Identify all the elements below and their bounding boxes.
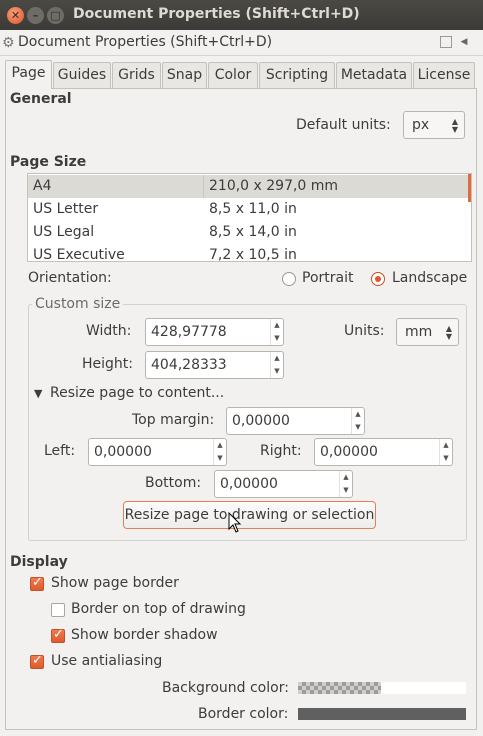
page-size-name: US Letter bbox=[33, 201, 99, 217]
default-units-label: Default units: bbox=[296, 117, 391, 133]
dock-float-icon[interactable] bbox=[440, 36, 452, 48]
spin-down-icon[interactable]: ▼ bbox=[271, 365, 283, 378]
tab-page[interactable]: Page bbox=[5, 60, 52, 89]
border-on-top-checkbox[interactable] bbox=[51, 603, 65, 617]
top-margin-label: Top margin: bbox=[132, 412, 215, 428]
resize-to-drawing-button[interactable]: Resize page to drawing or selection bbox=[123, 501, 376, 529]
spin-down-icon[interactable]: ▼ bbox=[271, 332, 283, 345]
page-size-dimensions: 7,2 x 10,5 in bbox=[209, 247, 297, 262]
bottom-margin-input[interactable] bbox=[215, 471, 335, 497]
portrait-radio[interactable] bbox=[282, 272, 296, 286]
mouse-cursor-icon bbox=[228, 512, 242, 533]
dock-title: Document Properties (Shift+Ctrl+D) bbox=[18, 34, 273, 50]
bottom-margin-label: Bottom: bbox=[145, 475, 202, 491]
tab-snap[interactable]: Snap bbox=[162, 62, 207, 88]
tab-scripting[interactable]: Scripting bbox=[259, 62, 335, 88]
page-size-row[interactable]: US Legal 8,5 x 14,0 in bbox=[28, 221, 469, 244]
display-heading: Display bbox=[10, 554, 68, 570]
spin-up-icon[interactable]: ▲ bbox=[440, 439, 452, 452]
show-page-border-checkbox[interactable] bbox=[30, 575, 44, 591]
width-spinbox[interactable]: ▲▼ bbox=[145, 318, 284, 346]
top-margin-spinbox[interactable]: ▲▼ bbox=[226, 407, 365, 435]
window-title: Document Properties (Shift+Ctrl+D) bbox=[73, 6, 360, 22]
resize-expander[interactable]: Resize page to content... bbox=[50, 385, 224, 401]
background-color-swatch-opaque[interactable] bbox=[381, 682, 466, 694]
landscape-label: Landscape bbox=[392, 270, 468, 286]
width-input[interactable] bbox=[146, 319, 266, 345]
spin-up-icon[interactable]: ▲ bbox=[214, 439, 226, 452]
show-page-border-label: Show page border bbox=[51, 575, 179, 591]
units-select[interactable]: mm ▲ ▼ bbox=[396, 318, 459, 346]
default-units-value: px bbox=[412, 117, 430, 133]
page-size-dimensions: 210,0 x 297,0 mm bbox=[209, 178, 339, 194]
window-titlebar: ✕ – □ Document Properties (Shift+Ctrl+D) bbox=[0, 0, 483, 30]
spin-down-icon[interactable]: ▼ bbox=[340, 484, 352, 497]
background-color-label: Background color: bbox=[162, 680, 289, 696]
height-spinbox[interactable]: ▲▼ bbox=[145, 351, 284, 379]
show-border-shadow-checkbox[interactable] bbox=[51, 627, 65, 643]
top-margin-input[interactable] bbox=[227, 408, 347, 434]
border-color-label: Border color: bbox=[198, 706, 289, 722]
tab-license[interactable]: License bbox=[413, 62, 475, 88]
right-margin-input[interactable] bbox=[315, 439, 435, 465]
left-margin-spinbox[interactable]: ▲▼ bbox=[88, 438, 227, 466]
landscape-radio[interactable] bbox=[371, 272, 385, 286]
tab-grids[interactable]: Grids bbox=[112, 62, 161, 88]
tab-guides[interactable]: Guides bbox=[53, 62, 111, 88]
spin-up-icon[interactable]: ▲ bbox=[271, 319, 283, 332]
page-size-row[interactable]: US Executive 7,2 x 10,5 in bbox=[28, 244, 469, 262]
use-antialiasing-checkbox[interactable] bbox=[30, 653, 44, 669]
bottom-margin-spinbox[interactable]: ▲▼ bbox=[214, 470, 353, 498]
height-label: Height: bbox=[82, 356, 133, 372]
page-size-dimensions: 8,5 x 14,0 in bbox=[209, 224, 297, 240]
page-size-row[interactable]: US Letter 8,5 x 11,0 in bbox=[28, 198, 469, 221]
height-input[interactable] bbox=[146, 352, 266, 378]
expander-arrow-icon[interactable]: ▼ bbox=[34, 387, 42, 400]
tab-metadata[interactable]: Metadata bbox=[336, 62, 412, 88]
page-size-name: US Executive bbox=[33, 247, 125, 262]
tab-color[interactable]: Color bbox=[208, 62, 258, 88]
minimize-icon[interactable]: – bbox=[27, 7, 44, 24]
units-value: mm bbox=[405, 324, 433, 340]
show-border-shadow-label: Show border shadow bbox=[71, 627, 218, 643]
spin-up-icon[interactable]: ▲ bbox=[271, 352, 283, 365]
use-antialiasing-label: Use antialiasing bbox=[51, 653, 163, 669]
maximize-icon[interactable]: □ bbox=[47, 7, 64, 24]
tab-bar: Page Guides Grids Snap Color Scripting M… bbox=[5, 60, 477, 89]
gear-icon[interactable]: ⚙ bbox=[2, 35, 15, 51]
width-label: Width: bbox=[86, 323, 132, 339]
page-size-row[interactable]: A4 210,0 x 297,0 mm bbox=[28, 175, 469, 198]
spin-up-icon[interactable]: ▲ bbox=[340, 471, 352, 484]
default-units-select[interactable]: px ▲ ▼ bbox=[403, 111, 465, 139]
list-scrollbar[interactable] bbox=[468, 174, 471, 202]
background-color-swatch[interactable] bbox=[298, 682, 381, 694]
close-icon[interactable]: ✕ bbox=[7, 7, 24, 24]
column-divider bbox=[203, 175, 204, 198]
right-margin-label: Right: bbox=[260, 443, 302, 459]
portrait-label: Portrait bbox=[302, 270, 354, 286]
spin-down-icon[interactable]: ▼ bbox=[440, 452, 452, 465]
left-margin-label: Left: bbox=[44, 443, 76, 459]
chevron-down-icon: ▼ bbox=[445, 332, 452, 341]
page-size-dimensions: 8,5 x 11,0 in bbox=[209, 201, 297, 217]
dock-header: ⚙ Document Properties (Shift+Ctrl+D) ◀ bbox=[0, 30, 483, 56]
page-size-name: A4 bbox=[33, 178, 52, 194]
border-on-top-label: Border on top of drawing bbox=[71, 601, 246, 617]
dock-iconify-icon[interactable]: ◀ bbox=[458, 36, 470, 48]
spin-up-icon[interactable]: ▲ bbox=[352, 408, 364, 421]
orientation-label: Orientation: bbox=[28, 270, 112, 286]
general-heading: General bbox=[10, 91, 72, 107]
right-margin-spinbox[interactable]: ▲▼ bbox=[314, 438, 453, 466]
page-size-list[interactable]: A4 210,0 x 297,0 mm US Letter 8,5 x 11,0… bbox=[27, 173, 472, 262]
spin-down-icon[interactable]: ▼ bbox=[352, 421, 364, 434]
custom-size-title: Custom size bbox=[32, 296, 124, 312]
border-color-swatch[interactable] bbox=[298, 708, 466, 720]
left-margin-input[interactable] bbox=[89, 439, 209, 465]
spin-down-icon[interactable]: ▼ bbox=[214, 452, 226, 465]
chevron-down-icon: ▼ bbox=[451, 125, 458, 134]
units-label: Units: bbox=[344, 323, 385, 339]
page-size-heading: Page Size bbox=[10, 154, 87, 170]
page-size-name: US Legal bbox=[33, 224, 95, 240]
